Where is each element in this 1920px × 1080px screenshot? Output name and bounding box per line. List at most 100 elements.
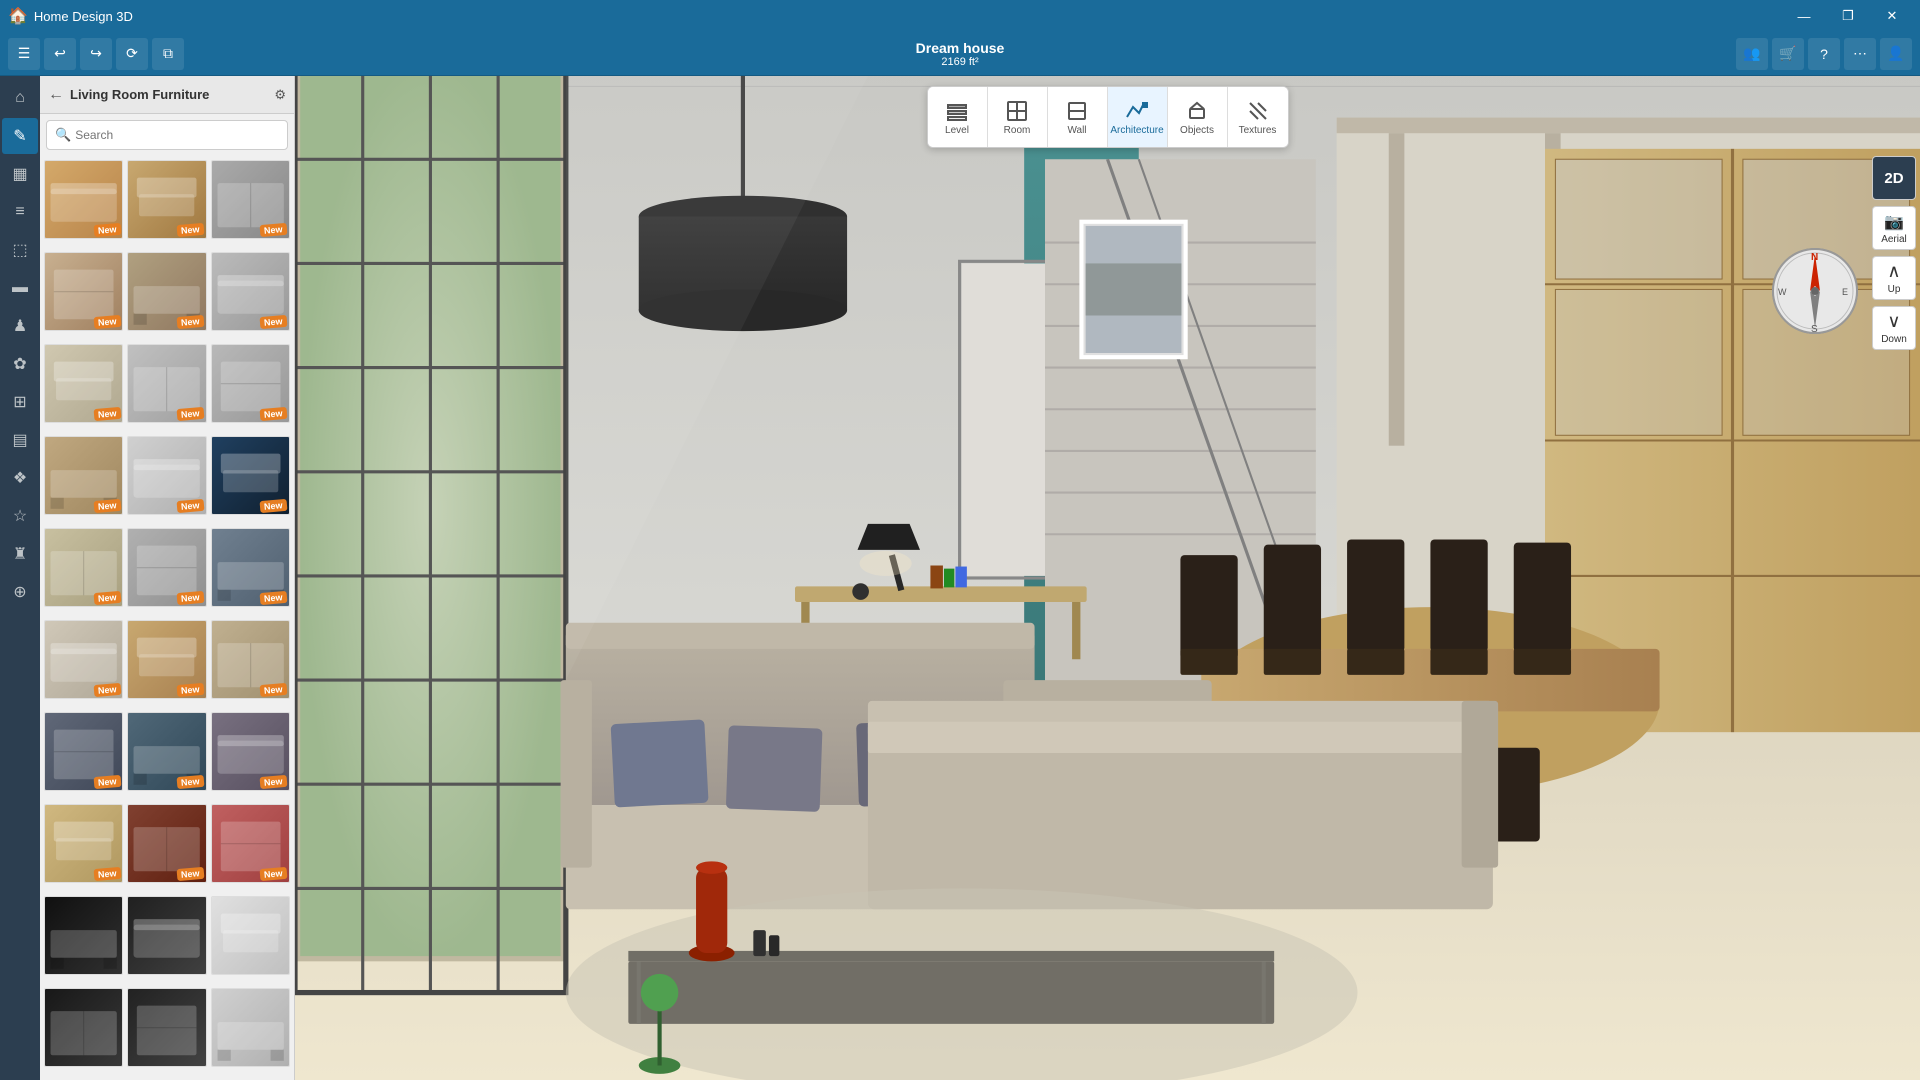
mode-level[interactable]: Level [928,87,988,147]
furniture-item[interactable] [44,988,123,1067]
down-button[interactable]: ∨ Down [1872,306,1916,350]
furniture-item[interactable] [127,896,206,975]
furniture-item[interactable]: New [211,804,290,883]
left-icon-chair[interactable]: ♟ [2,308,38,344]
furniture-item[interactable]: New [211,252,290,331]
help-button[interactable]: ? [1808,38,1840,70]
titlebar: 🏠 Home Design 3D — ❐ ✕ [0,0,1920,32]
left-icon-more[interactable]: ⊕ [2,574,38,610]
furniture-item[interactable]: New [127,160,206,239]
furniture-item[interactable]: New [127,804,206,883]
mode-wall[interactable]: Wall [1048,87,1108,147]
mode-architecture-label: Architecture [1110,125,1163,136]
furniture-grid: NewNewNewNewNewNewNewNewNewNewNewNewNewN… [40,156,294,1080]
search-input[interactable] [75,128,279,142]
left-icon-decor[interactable]: ❖ [2,460,38,496]
up-button[interactable]: ∧ Up [1872,256,1916,300]
furniture-item[interactable] [211,896,290,975]
furniture-item[interactable]: New [127,436,206,515]
search-icon: 🔍 [55,127,71,143]
titlebar-left: 🏠 Home Design 3D [8,6,133,26]
svg-text:E: E [1842,287,1848,297]
3d-viewport[interactable]: Level Room Wall [295,76,1920,1080]
left-icon-home[interactable]: ⌂ [2,80,38,116]
furniture-panel: ← Living Room Furniture ⚙ 🔍 NewNewNewNew… [40,76,295,1080]
mode-toolbar: Level Room Wall [927,86,1289,148]
mode-textures-label: Textures [1239,125,1277,136]
compass-n: N [1811,252,1818,263]
aerial-button[interactable]: 📷 Aerial [1872,206,1916,250]
left-icon-grid[interactable]: ▦ [2,156,38,192]
furniture-item[interactable] [44,896,123,975]
left-icon-tools[interactable]: ✎ [2,118,38,154]
furniture-item[interactable]: New [44,252,123,331]
left-icon-door[interactable]: ⬚ [2,232,38,268]
left-icon-light[interactable]: ☆ [2,498,38,534]
furniture-item[interactable]: New [211,528,290,607]
mode-objects[interactable]: Objects [1168,87,1228,147]
toolbar: ☰ ↩ ↪ ⟳ ⧉ Dream house 2169 ft² 👥 🛒 ? ⋯ 👤 [0,32,1920,76]
menu-button[interactable]: ☰ [8,38,40,70]
toolbar-right: 👥 🛒 ? ⋯ 👤 [1736,38,1912,70]
furniture-item[interactable]: New [127,712,206,791]
view-2d-button[interactable]: 2D [1872,156,1916,200]
left-icon-person[interactable]: ♜ [2,536,38,572]
furniture-item[interactable]: New [44,436,123,515]
room-scene [295,76,1920,1080]
cart-button[interactable]: 🛒 [1772,38,1804,70]
furniture-item[interactable]: New [44,804,123,883]
furniture-item[interactable]: New [44,620,123,699]
furniture-item[interactable]: New [127,528,206,607]
compass-widget: E W N S [1770,246,1860,336]
furniture-header: ← Living Room Furniture ⚙ [40,76,294,114]
minimize-button[interactable]: — [1784,0,1824,32]
furniture-item[interactable]: New [44,160,123,239]
redo-button[interactable]: ↪ [80,38,112,70]
mode-wall-label: Wall [1067,125,1086,136]
left-icon-stairs[interactable]: ▤ [2,422,38,458]
left-icon-measure[interactable]: ⊞ [2,384,38,420]
left-icon-sidebar: ⌂ ✎ ▦ ≡ ⬚ ▬ ♟ ✿ ⊞ ▤ ❖ ☆ ♜ ⊕ [0,76,40,1080]
account-button[interactable]: 👤 [1880,38,1912,70]
furniture-back-button[interactable]: ← [48,86,64,104]
restore-button[interactable]: ❐ [1828,0,1868,32]
furniture-item[interactable] [211,988,290,1067]
close-button[interactable]: ✕ [1872,0,1912,32]
furniture-item[interactable]: New [211,620,290,699]
furniture-item[interactable]: New [44,344,123,423]
project-name: Dream house [916,40,1005,56]
furniture-item[interactable]: New [211,344,290,423]
view-controls: 2D 📷 Aerial ∧ Up ∨ Down [1872,156,1916,350]
furniture-item[interactable]: New [127,620,206,699]
more-button[interactable]: ⋯ [1844,38,1876,70]
users-button[interactable]: 👥 [1736,38,1768,70]
history-button[interactable]: ⟳ [116,38,148,70]
furniture-item[interactable]: New [211,160,290,239]
mode-architecture[interactable]: Architecture [1108,87,1168,147]
aerial-label: Aerial [1881,234,1907,245]
left-icon-bed[interactable]: ▬ [2,270,38,306]
titlebar-right: — ❐ ✕ [1784,0,1912,32]
mode-objects-label: Objects [1180,125,1214,136]
undo-button[interactable]: ↩ [44,38,76,70]
furniture-item[interactable]: New [44,528,123,607]
project-info-toolbar: Dream house 2169 ft² [916,40,1005,68]
down-label: Down [1881,334,1907,345]
left-icon-plant[interactable]: ✿ [2,346,38,382]
mode-room-label: Room [1004,125,1031,136]
left-icon-layers[interactable]: ≡ [2,194,38,230]
svg-text:W: W [1778,287,1787,297]
furniture-settings-button[interactable]: ⚙ [274,87,286,103]
furniture-item[interactable]: New [211,712,290,791]
furniture-item[interactable]: New [211,436,290,515]
copy-button[interactable]: ⧉ [152,38,184,70]
furniture-panel-title: Living Room Furniture [70,87,268,102]
mode-textures[interactable]: Textures [1228,87,1288,147]
furniture-item[interactable]: New [127,252,206,331]
project-area: 2169 ft² [916,56,1005,68]
furniture-item[interactable] [127,988,206,1067]
furniture-item[interactable]: New [44,712,123,791]
search-box: 🔍 [46,120,288,150]
mode-room[interactable]: Room [988,87,1048,147]
furniture-item[interactable]: New [127,344,206,423]
